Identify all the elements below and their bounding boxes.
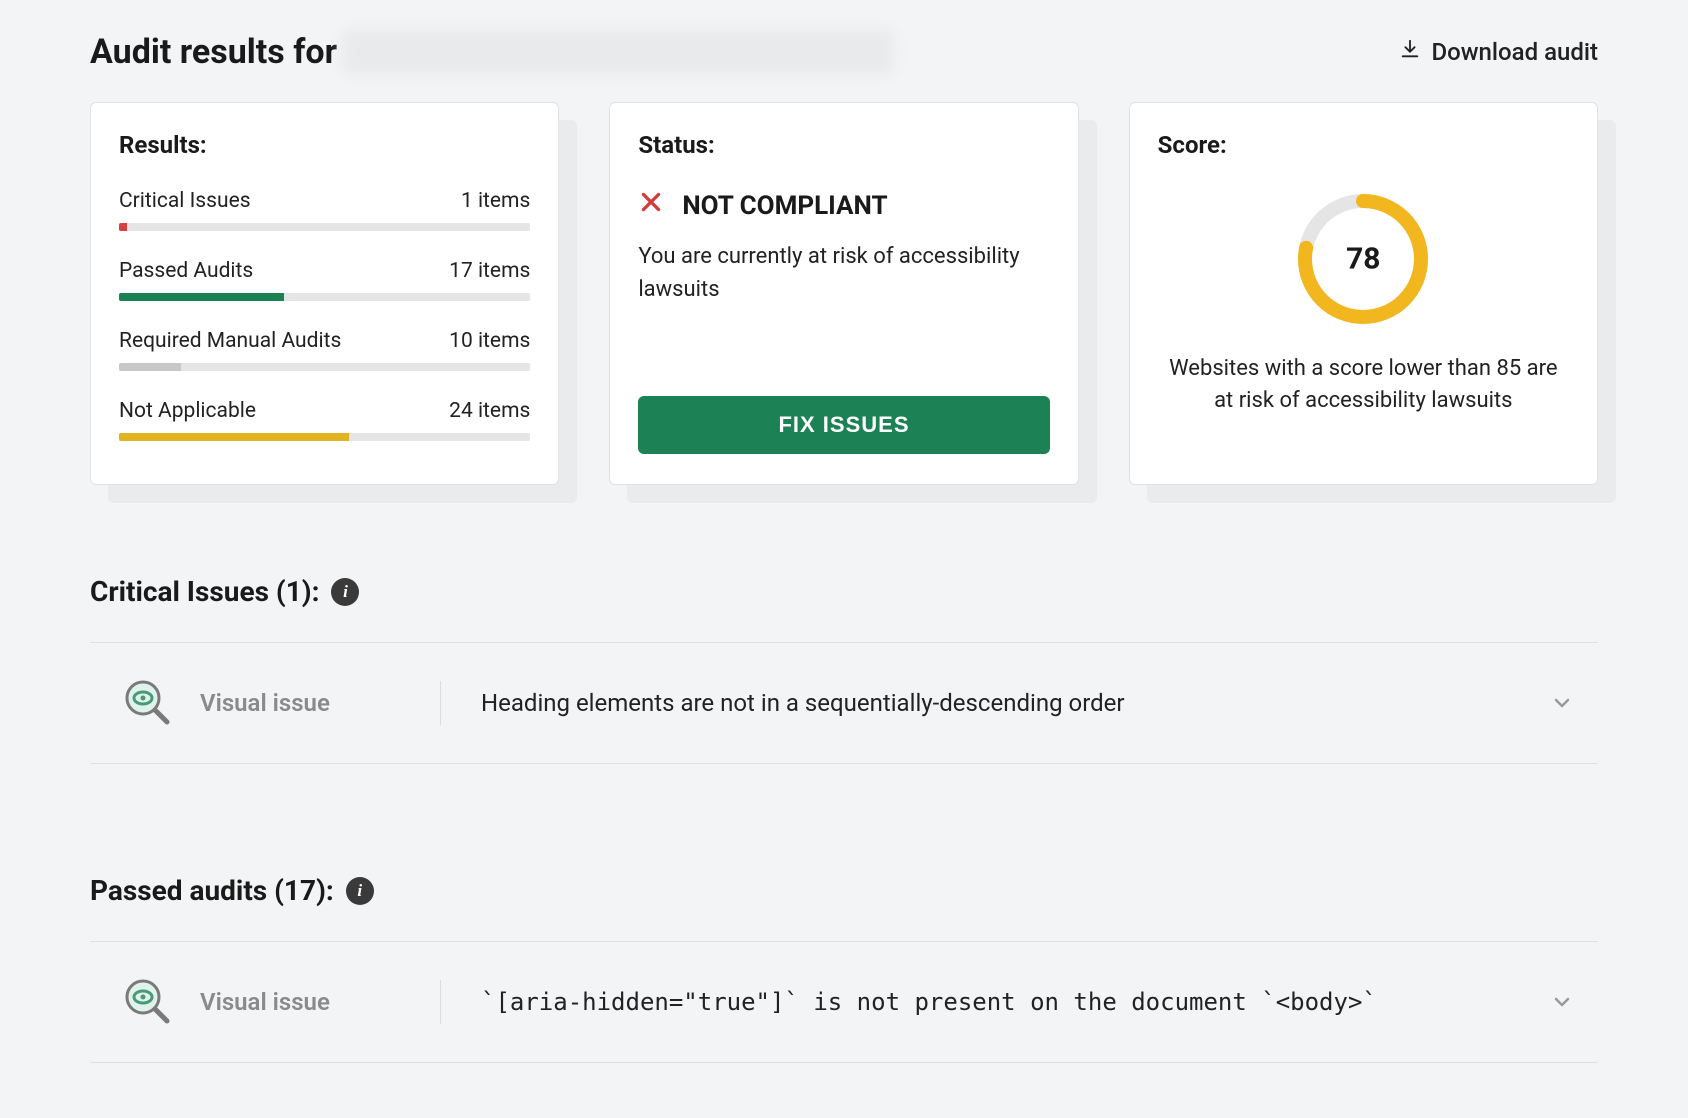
progress-bar <box>119 223 530 231</box>
result-row-passed: Passed Audits 17 items <box>119 259 530 301</box>
result-count: 10 items <box>449 329 530 353</box>
passed-audits-heading: Passed audits (17): i <box>90 874 1598 907</box>
status-description: You are currently at risk of accessibili… <box>638 240 1049 306</box>
results-card-title: Results: <box>119 131 530 159</box>
download-audit-link[interactable]: Download audit <box>1399 38 1598 66</box>
status-text: NOT COMPLIANT <box>682 191 887 221</box>
result-row-critical: Critical Issues 1 items <box>119 189 530 231</box>
status-card: Status: NOT COMPLIANT You are currently … <box>609 102 1078 485</box>
result-row-manual: Required Manual Audits 10 items <box>119 329 530 371</box>
score-donut: 78 <box>1293 189 1433 329</box>
x-icon <box>638 189 664 222</box>
critical-issues-title: Critical Issues (1): <box>90 575 319 608</box>
audited-url-redacted <box>343 30 893 74</box>
fix-issues-button[interactable]: FIX ISSUES <box>638 396 1049 454</box>
info-icon[interactable]: i <box>331 578 359 606</box>
progress-bar-fill <box>119 433 349 441</box>
chevron-down-icon <box>1550 691 1574 715</box>
divider <box>440 980 441 1024</box>
chevron-down-icon <box>1550 990 1574 1014</box>
result-count: 17 items <box>449 259 530 283</box>
score-card-title: Score: <box>1158 131 1569 159</box>
progress-bar-fill <box>119 223 127 231</box>
result-count: 24 items <box>449 399 530 423</box>
passed-audits-list: Visual issue `[aria-hidden="true"]` is n… <box>90 941 1598 1063</box>
issue-row[interactable]: Visual issue `[aria-hidden="true"]` is n… <box>90 942 1598 1063</box>
score-description: Websites with a score lower than 85 are … <box>1158 353 1569 417</box>
download-audit-label: Download audit <box>1431 38 1598 66</box>
page-title: Audit results for <box>90 30 893 74</box>
magnifier-eye-icon <box>120 677 172 729</box>
critical-issues-heading: Critical Issues (1): i <box>90 575 1598 608</box>
result-row-na: Not Applicable 24 items <box>119 399 530 441</box>
info-icon[interactable]: i <box>346 877 374 905</box>
download-icon <box>1399 38 1421 66</box>
result-label: Critical Issues <box>119 189 251 213</box>
issue-type: Visual issue <box>200 988 440 1016</box>
critical-issues-list: Visual issue Heading elements are not in… <box>90 642 1598 764</box>
result-label: Passed Audits <box>119 259 253 283</box>
passed-audits-title: Passed audits (17): <box>90 874 334 907</box>
status-card-title: Status: <box>638 131 1049 159</box>
progress-bar-fill <box>119 363 181 371</box>
result-label: Not Applicable <box>119 399 256 423</box>
page-title-prefix: Audit results for <box>90 32 337 72</box>
progress-bar <box>119 363 530 371</box>
magnifier-eye-icon <box>120 976 172 1028</box>
progress-bar <box>119 293 530 301</box>
issue-type: Visual issue <box>200 689 440 717</box>
progress-bar <box>119 433 530 441</box>
divider <box>440 681 441 725</box>
score-card: Score: 78 Websites with a score lower th… <box>1129 102 1598 485</box>
results-card: Results: Critical Issues 1 items Passed … <box>90 102 559 485</box>
result-count: 1 items <box>461 189 530 213</box>
result-label: Required Manual Audits <box>119 329 341 353</box>
issue-description: Heading elements are not in a sequential… <box>481 689 1550 717</box>
issue-description: `[aria-hidden="true"]` is not present on… <box>481 988 1550 1016</box>
score-value: 78 <box>1346 242 1380 277</box>
issue-row[interactable]: Visual issue Heading elements are not in… <box>90 643 1598 764</box>
progress-bar-fill <box>119 293 284 301</box>
